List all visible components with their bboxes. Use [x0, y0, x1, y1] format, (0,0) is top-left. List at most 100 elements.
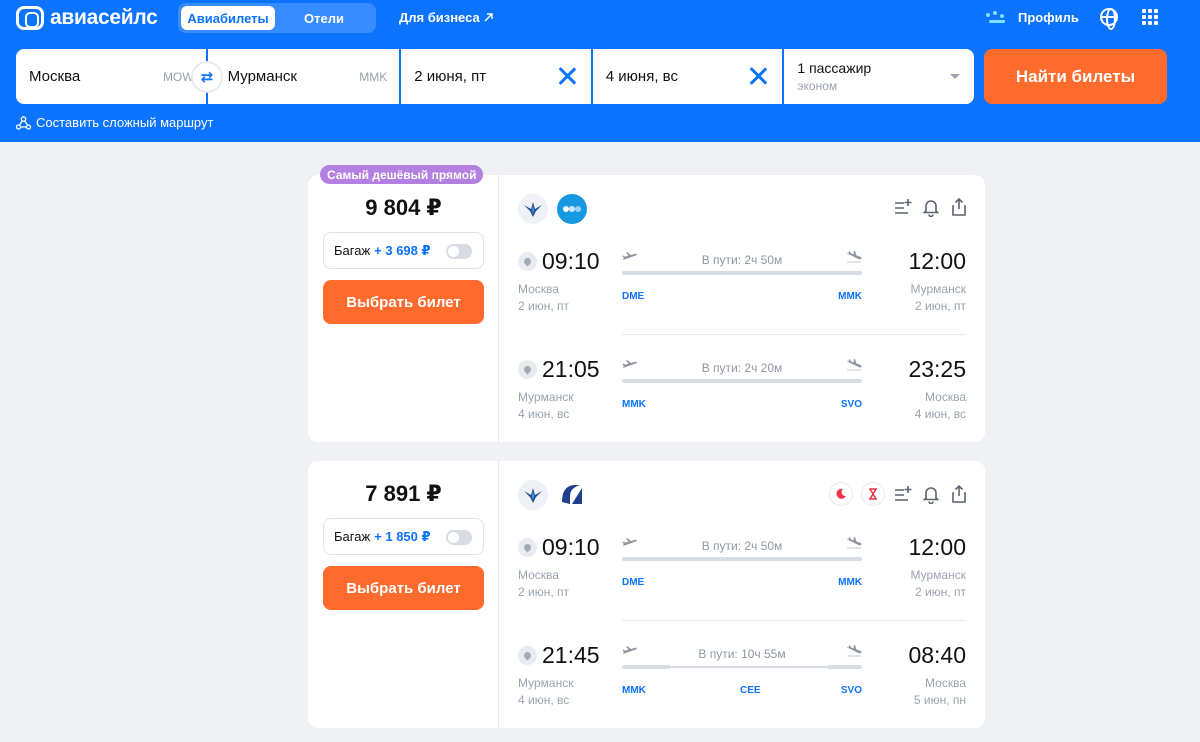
- night-flight-icon: [830, 483, 852, 505]
- arrival-city: Москва: [925, 676, 966, 690]
- cheapest-direct-badge: Самый дешёвый прямой: [320, 165, 484, 184]
- origin-field[interactable]: Москва MOW: [16, 49, 206, 104]
- baggage-toggle[interactable]: Багаж + 1 850 ₽: [323, 518, 484, 555]
- ticket-price: 9 804 ₽: [365, 195, 442, 220]
- add-to-list-icon[interactable]: [894, 484, 912, 504]
- airline-logo-bird-icon: [518, 480, 548, 510]
- depart-date: 2 июня, пт: [414, 68, 487, 85]
- chevron-down-icon: [949, 74, 960, 79]
- clear-depart-date-icon[interactable]: [557, 66, 577, 86]
- bell-icon[interactable]: [922, 197, 940, 217]
- landing-icon: [846, 251, 862, 263]
- swap-icon[interactable]: ⇄: [193, 63, 221, 91]
- arrival-airport: SVO: [840, 685, 862, 696]
- select-ticket-button[interactable]: Выбрать билет: [323, 280, 484, 324]
- baggage-switch[interactable]: [446, 244, 472, 259]
- baggage-price: + 1 850 ₽: [374, 528, 431, 544]
- departure-time: 21:05: [542, 356, 600, 382]
- arrival-date: 4 июн, вс: [914, 407, 966, 421]
- business-link-label: Для бизнеса: [399, 10, 480, 25]
- tab-flights[interactable]: Авиабилеты: [181, 6, 275, 30]
- airline-logo-bird-icon: [518, 194, 548, 224]
- share-icon[interactable]: [950, 484, 968, 504]
- profile-icon: [984, 7, 1010, 27]
- top-bar: авиасейлс Авиабилеты Отели Для бизнеса П…: [0, 0, 1200, 142]
- ticket-tools: [894, 197, 968, 217]
- pin-icon[interactable]: [518, 252, 537, 271]
- departure-time: 21:45: [542, 642, 600, 668]
- flight-duration: В пути: 2ч 20м: [701, 361, 783, 375]
- departure-info: Мурманск 4 июн, вс: [518, 389, 573, 423]
- departure-city: Москва: [518, 282, 559, 296]
- flight-segment: 09:10 12:00 В пути: 2ч 50м DME MMK Москв…: [518, 534, 966, 620]
- globe-icon[interactable]: [1100, 8, 1118, 30]
- stop-airport: CEE: [740, 685, 761, 696]
- bell-icon[interactable]: [922, 484, 940, 504]
- pin-icon[interactable]: [518, 360, 537, 379]
- select-ticket-button[interactable]: Выбрать билет: [323, 566, 484, 610]
- segment-timeline: В пути: 2ч 50м DME MMK: [622, 537, 862, 588]
- origin-city: Москва: [29, 68, 81, 85]
- flight-duration: В пути: 10ч 55м: [698, 647, 786, 661]
- flight-duration: В пути: 2ч 50м: [701, 539, 783, 553]
- flight-duration: В пути: 2ч 50м: [701, 253, 783, 267]
- logo[interactable]: авиасейлс: [16, 6, 158, 30]
- segment-timeline: В пути: 2ч 20м MMK SVO: [622, 359, 862, 410]
- business-link[interactable]: Для бизнеса: [399, 10, 493, 25]
- destination-field[interactable]: Мурманск MMK: [207, 49, 400, 104]
- add-to-list-icon[interactable]: [894, 197, 912, 217]
- pin-icon[interactable]: [518, 646, 537, 665]
- complex-route-label: Составить сложный маршрут: [36, 115, 214, 130]
- arrival-date: 2 июн, пт: [915, 585, 966, 599]
- arrival-info: Мурманск 2 июн, пт: [911, 281, 966, 315]
- arrival-airport: MMK: [838, 291, 862, 302]
- baggage-switch[interactable]: [446, 530, 472, 545]
- departure-city: Мурманск: [518, 390, 574, 404]
- tab-hotels[interactable]: Отели: [275, 6, 373, 30]
- ticket-tools: [830, 483, 968, 505]
- arrival-city: Мурманск: [910, 568, 966, 582]
- passengers-count: 1 пассажир: [797, 60, 872, 76]
- arrival-time: 12:00: [908, 534, 966, 560]
- arrival-info: Москва 5 июн, пн: [914, 675, 966, 709]
- baggage-label: Багаж: [334, 243, 371, 258]
- apps-grid-icon[interactable]: [1142, 9, 1158, 25]
- logo-text: авиасейлс: [50, 6, 158, 29]
- route-icon: [16, 115, 31, 130]
- baggage-toggle[interactable]: Багаж + 3 698 ₽: [323, 232, 484, 269]
- ticket-price-panel: 7 891 ₽ Багаж + 1 850 ₽ Выбрать билет: [308, 461, 499, 728]
- arrival-time: 23:25: [908, 356, 966, 382]
- arrival-info: Москва 4 июн, вс: [915, 389, 966, 423]
- departure-city: Москва: [518, 568, 559, 582]
- complex-route-link[interactable]: Составить сложный маршрут: [16, 115, 213, 130]
- departure-airport: MMK: [622, 685, 646, 696]
- arrival-airport: SVO: [840, 399, 862, 410]
- departure-date: 4 июн, вс: [518, 693, 570, 707]
- search-form: Москва MOW ⇄ Мурманск MMK 2 июня, пт 4 и…: [16, 49, 974, 104]
- pin-icon[interactable]: [518, 538, 537, 557]
- destination-code: MMK: [359, 69, 388, 84]
- landing-icon: [846, 645, 862, 657]
- arrow-up-right-icon: [484, 13, 493, 22]
- clear-return-date-icon[interactable]: [748, 66, 768, 86]
- return-date: 4 июня, вс: [605, 68, 678, 85]
- passengers-field[interactable]: 1 пассажир эконом: [784, 49, 974, 104]
- long-layover-icon: [862, 483, 884, 505]
- arrival-time: 12:00: [908, 248, 966, 274]
- find-tickets-button[interactable]: Найти билеты: [984, 49, 1167, 104]
- departure-date: 2 июн, пт: [518, 585, 569, 599]
- flight-segment: 21:45 08:40 В пути: 10ч 55м MMK CEE SVO …: [518, 642, 966, 728]
- profile-button[interactable]: Профиль: [984, 7, 1079, 27]
- departure-date: 4 июн, вс: [518, 407, 570, 421]
- ticket-card[interactable]: 7 891 ₽ Багаж + 1 850 ₽ Выбрать билет 09…: [308, 461, 985, 728]
- flight-progress-line: [622, 379, 862, 383]
- profile-label: Профиль: [1018, 9, 1079, 25]
- ticket-card[interactable]: Самый дешёвый прямой 9 804 ₽ Багаж + 3 6…: [308, 165, 985, 442]
- flight-segment: 21:05 23:25 В пути: 2ч 20м MMK SVO Мурма…: [518, 356, 966, 442]
- depart-date-field[interactable]: 2 июня, пт: [401, 49, 591, 104]
- return-date-field[interactable]: 4 июня, вс: [592, 49, 783, 104]
- departure-airport: DME: [622, 291, 645, 302]
- origin-code: MOW: [162, 69, 194, 84]
- share-icon[interactable]: [950, 197, 968, 217]
- arrival-time: 08:40: [908, 642, 966, 668]
